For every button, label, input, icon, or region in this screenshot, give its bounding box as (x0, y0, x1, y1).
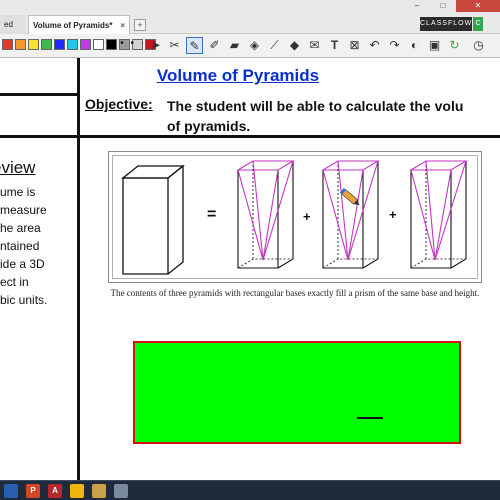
page-title: Volume of Pyramids (156, 66, 320, 85)
refresh-icon[interactable]: ↻ (446, 37, 463, 54)
fill-icon[interactable]: ◈ (246, 37, 263, 54)
pen-icon[interactable]: ✎ (186, 37, 203, 54)
figure-caption: The contents of three pyramids with rect… (110, 288, 480, 298)
eraser-icon[interactable]: ▰ (226, 37, 243, 54)
equals-sign: = (207, 206, 216, 223)
answer-box[interactable] (133, 341, 461, 444)
browser-tab-bar: – □ ✕ ed Volume of Pyramids* × + CLASSFL… (0, 0, 500, 34)
pyramid-prism-1 (236, 160, 295, 269)
page-icon[interactable]: ▣ (426, 37, 443, 54)
maximize-button[interactable]: □ (430, 0, 456, 12)
minimize-button[interactable]: – (404, 0, 430, 12)
taskbar-app-icon[interactable] (114, 484, 128, 498)
tools-icon[interactable]: ✂ (166, 37, 183, 54)
objective-label: Objective: (85, 96, 153, 112)
prism (121, 164, 185, 275)
pyramid-prism-3 (409, 160, 468, 269)
undo-icon[interactable]: ↶ (366, 37, 383, 54)
clock-icon[interactable]: ◷ (470, 37, 487, 54)
color-swatch[interactable] (28, 39, 39, 50)
text-icon[interactable]: T (326, 37, 343, 54)
color-icon[interactable]: ◐ (406, 37, 423, 54)
tab-volume-of-pyramids[interactable]: Volume of Pyramids* × (28, 15, 130, 34)
review-line: ect in (0, 275, 29, 289)
tab-active-label: Volume of Pyramids* (33, 21, 113, 30)
objective-line-1: The student will be able to calculate th… (167, 98, 464, 114)
color-swatch[interactable] (41, 39, 52, 50)
pyramid-prism-2 (321, 160, 380, 269)
review-heading: eview (0, 158, 36, 177)
new-tab-button[interactable]: + (134, 19, 146, 31)
annotation-toolbar: • • • · ➤ ✂ ✎ ✐ ▰ ◈ ⟋ ◆ ✉ T ⊠ ↶ ↷ ◐ ▣ ↻ … (0, 34, 500, 58)
taskbar-app-icon[interactable]: A (48, 484, 62, 498)
review-line: he area (0, 221, 41, 235)
plus-sign-1: + (303, 209, 311, 224)
delete-icon[interactable]: ⊠ (346, 37, 363, 54)
color-swatch[interactable] (93, 39, 104, 50)
color-swatch[interactable] (67, 39, 78, 50)
review-body: ume is measure he area ntained ide a 3D ect i… (0, 183, 76, 309)
vertical-divider (77, 58, 80, 480)
classflow-badge[interactable]: C (473, 17, 483, 31)
left-top-divider (0, 93, 77, 96)
color-swatch[interactable] (80, 39, 91, 50)
review-line: bic units. (0, 293, 48, 307)
prism-pyramid-diagram: = + + (121, 160, 468, 275)
shape-icon[interactable]: ◆ (286, 37, 303, 54)
line-icon[interactable]: ⟋ (266, 37, 283, 54)
review-line: ume is (0, 185, 36, 199)
plus-sign-2: + (389, 207, 397, 222)
close-window-button[interactable]: ✕ (456, 0, 500, 12)
stamp-icon[interactable]: ✉ (306, 37, 323, 54)
pen-size-dots[interactable]: • • • · (110, 38, 146, 49)
highlighter-icon[interactable]: ✐ (206, 37, 223, 54)
close-tab-icon[interactable]: × (120, 16, 125, 35)
redo-icon[interactable]: ↷ (386, 37, 403, 54)
color-swatch[interactable] (15, 39, 26, 50)
tab-previous-label: ed (4, 20, 13, 29)
window-controls: – □ ✕ (404, 0, 500, 12)
taskbar-app-icon[interactable] (70, 484, 84, 498)
review-line: measure (0, 203, 47, 217)
color-swatch[interactable] (54, 39, 65, 50)
pyramid-figure: = + + (108, 151, 482, 283)
review-line: ntained (0, 239, 40, 253)
answer-blank (357, 417, 383, 419)
taskbar: PA (0, 480, 500, 500)
figure-frame: = + + (112, 155, 478, 279)
taskbar-app-icon[interactable] (92, 484, 106, 498)
objective-line-2: of pyramids. (167, 118, 251, 134)
color-swatch[interactable] (2, 39, 13, 50)
classflow-logo[interactable]: CLASSFLOW (420, 17, 472, 31)
cursor-icon[interactable]: ➤ (147, 37, 164, 54)
review-line: ide a 3D (0, 257, 45, 271)
taskbar-app-icon[interactable]: P (26, 484, 40, 498)
objective-text: The student will be able to calculate th… (167, 96, 500, 136)
tab-previous[interactable]: ed (0, 15, 26, 34)
taskbar-app-icon[interactable] (4, 484, 18, 498)
lesson-page: Volume of Pyramids Objective: The studen… (0, 58, 500, 480)
